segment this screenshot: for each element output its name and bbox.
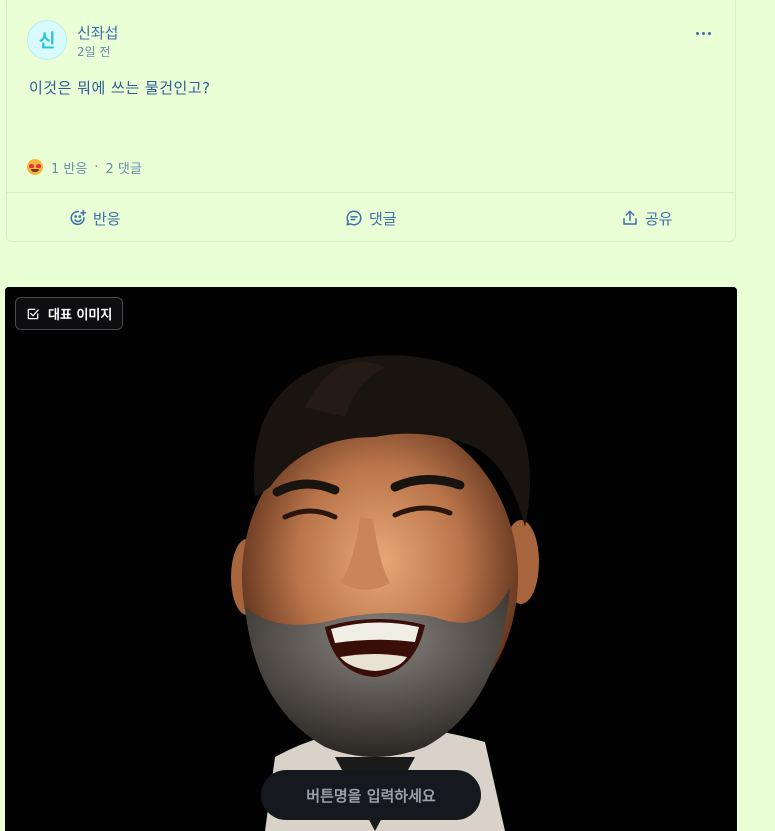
comment-button-label: 댓글 xyxy=(369,209,397,228)
avatar[interactable]: 신 xyxy=(27,20,67,60)
divider xyxy=(7,192,735,193)
badge-label: 대표 이미지 xyxy=(48,308,113,323)
post-card: 신 신좌섭 2일 전 이것은 뭐에 쓰는 물건인고? 1 반응 · 2 댓글 반… xyxy=(6,0,736,242)
comment-button[interactable]: 댓글 xyxy=(345,204,397,232)
cta-button[interactable]: 버튼명을 입력하세요 xyxy=(261,770,481,820)
post-stats: 1 반응 · 2 댓글 xyxy=(27,157,142,177)
share-button-label: 공유 xyxy=(645,209,673,228)
comment-count[interactable]: 2 댓글 xyxy=(105,158,141,177)
more-icon[interactable] xyxy=(691,23,715,43)
checkbox-icon xyxy=(27,308,39,319)
add-reaction-icon xyxy=(70,209,87,226)
post-body: 이것은 뭐에 쓰는 물건인고? xyxy=(29,79,211,97)
representative-image-badge[interactable]: 대표 이미지 xyxy=(15,297,124,330)
share-icon xyxy=(623,210,637,225)
reaction-count[interactable]: 1 반응 xyxy=(51,158,87,177)
stats-separator: · xyxy=(94,159,99,175)
react-button[interactable]: 반응 xyxy=(69,204,121,232)
comment-icon xyxy=(346,210,362,226)
post-time: 2일 전 xyxy=(77,45,111,59)
emoji-heart-eyes-icon xyxy=(27,159,43,175)
author-name[interactable]: 신좌섭 xyxy=(77,22,118,43)
react-button-label: 반응 xyxy=(93,209,121,228)
portrait-photo[interactable] xyxy=(5,287,737,831)
share-button[interactable]: 공유 xyxy=(621,204,673,232)
image-card: 대표 이미지 버튼명을 입력하세요 xyxy=(5,287,737,831)
